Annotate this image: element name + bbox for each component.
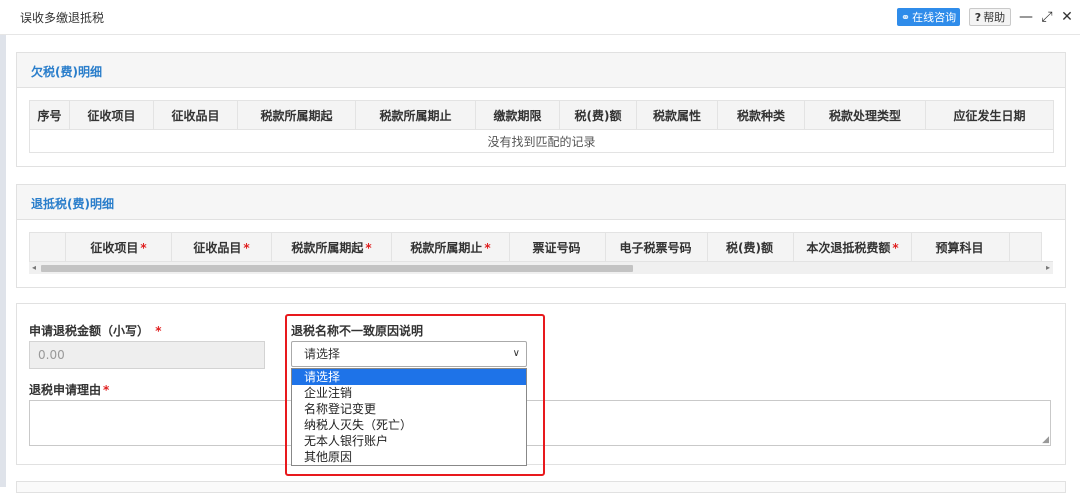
column-header[interactable]: 征收项目: [69, 100, 154, 130]
column-header[interactable]: 征收品目 *: [171, 232, 272, 262]
arrears-table: 序号 征收项目 征收品目 税款所属期起 税款所属期止 缴款期限 税(费)额 税款…: [29, 100, 1054, 153]
refund-table: 征收项目 * 征收品目 * 税款所属期起 * 税款所属期止 * 票证号码 电子税票号码 …: [29, 232, 1042, 262]
chevron-down-icon: ∨: [512, 348, 520, 359]
column-header[interactable]: 序号: [29, 100, 70, 130]
horizontal-scrollbar[interactable]: ◂ ▸: [29, 261, 1053, 274]
dropdown-option[interactable]: 无本人银行账户: [292, 433, 526, 449]
online-consult-label: 在线咨询: [912, 11, 957, 24]
online-consult-button[interactable]: ⚭ 在线咨询: [897, 8, 960, 26]
amount-input[interactable]: 0.00: [29, 341, 265, 369]
arrears-panel: 欠税(费)明细 序号 征收项目 征收品目 税款所属期起 税款所属期止 缴款期限 …: [16, 52, 1066, 167]
column-header[interactable]: 税款种类: [717, 100, 805, 130]
refund-panel: 退抵税(费)明细 征收项目 * 征收品目 * 税款所属期起 * 税款所属期止 * 票证号…: [16, 184, 1066, 288]
column-header[interactable]: 缴款期限: [475, 100, 560, 130]
refund-panel-header: 退抵税(费)明细: [17, 185, 1065, 220]
column-header[interactable]: 税款所属期止: [355, 100, 476, 130]
window-title: 误收多缴退抵税: [20, 11, 105, 25]
reason-dropdown-list: 请选择 企业注销 名称登记变更 纳税人灭失（死亡） 无本人银行账户 其他原因: [291, 368, 527, 466]
column-header[interactable]: 税款所属期止 *: [391, 232, 510, 262]
help-button[interactable]: ? 帮助: [969, 8, 1011, 26]
column-header[interactable]: 电子税票号码: [605, 232, 708, 262]
dropdown-option[interactable]: 企业注销: [292, 385, 526, 401]
minimize-icon[interactable]: —: [1018, 9, 1034, 25]
help-label: 帮助: [983, 11, 1006, 24]
scroll-left-icon[interactable]: ◂: [29, 262, 39, 274]
scrollbar-thumb[interactable]: [41, 265, 633, 272]
column-header-overflow: [1009, 232, 1042, 262]
arrears-panel-title: 欠税(费)明细: [31, 65, 102, 79]
maximize-icon[interactable]: ⤢: [1039, 9, 1055, 25]
headset-icon: ⚭: [900, 10, 911, 24]
column-header[interactable]: 税款处理类型: [804, 100, 926, 130]
checkbox-column-header: [29, 232, 66, 262]
arrears-header-row: 序号 征收项目 征收品目 税款所属期起 税款所属期止 缴款期限 税(费)额 税款…: [29, 100, 1054, 130]
amount-label: 申请退税金额（小写） *: [29, 324, 162, 338]
background-strip: [0, 35, 6, 487]
question-icon: ?: [974, 10, 982, 24]
dropdown-option[interactable]: 其他原因: [292, 449, 526, 465]
column-header[interactable]: 本次退抵税费额 *: [793, 232, 912, 262]
column-header[interactable]: 税款属性: [636, 100, 718, 130]
dropdown-option[interactable]: 纳税人灭失（死亡）: [292, 417, 526, 433]
column-header[interactable]: 预算科目: [911, 232, 1010, 262]
column-header[interactable]: 税(费)额: [707, 232, 794, 262]
name-mismatch-reason-label: 退税名称不一致原因说明: [291, 324, 424, 338]
empty-row: 没有找到匹配的记录: [29, 129, 1054, 153]
empty-message: 没有找到匹配的记录: [29, 129, 1054, 153]
column-header[interactable]: 票证号码: [509, 232, 606, 262]
dropdown-option[interactable]: 请选择: [292, 369, 526, 385]
refund-header-row: 征收项目 * 征收品目 * 税款所属期起 * 税款所属期止 * 票证号码 电子税票号码 …: [29, 232, 1042, 262]
scroll-right-icon[interactable]: ▸: [1043, 262, 1053, 274]
refund-panel-title: 退抵税(费)明细: [31, 197, 114, 211]
column-header[interactable]: 征收品目: [153, 100, 238, 130]
resize-grip-icon[interactable]: ◢: [1042, 435, 1049, 445]
refund-reason-label: 退税申请理由 *: [29, 383, 110, 397]
close-icon[interactable]: ✕: [1059, 9, 1075, 25]
column-header[interactable]: 税款所属期起 *: [271, 232, 392, 262]
column-header[interactable]: 应征发生日期: [925, 100, 1054, 130]
column-header[interactable]: 税(费)额: [559, 100, 637, 130]
arrears-panel-header: 欠税(费)明细: [17, 53, 1065, 88]
select-value: 请选择: [304, 347, 341, 361]
refund-reason-textarea[interactable]: ◢: [29, 400, 1051, 446]
title-bar: 误收多缴退抵税 ⚭ 在线咨询 ? 帮助 — ⤢ ✕: [0, 0, 1080, 35]
dropdown-option[interactable]: 名称登记变更: [292, 401, 526, 417]
bottom-panel-edge: [16, 481, 1066, 493]
name-mismatch-reason-select[interactable]: 请选择 ∨: [291, 341, 527, 367]
column-header[interactable]: 税款所属期起: [237, 100, 356, 130]
column-header[interactable]: 征收项目 *: [65, 232, 172, 262]
